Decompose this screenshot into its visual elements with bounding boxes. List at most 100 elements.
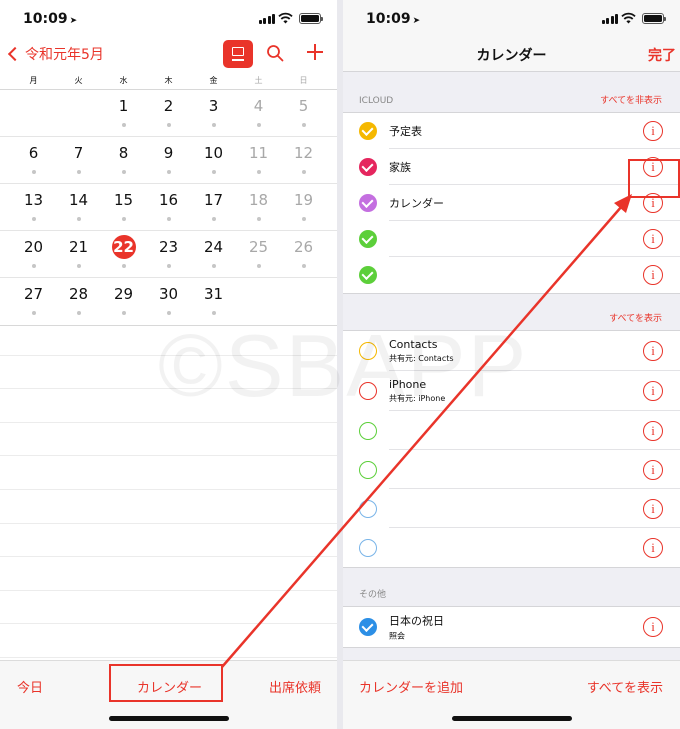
unchecked-circle-icon[interactable]	[359, 460, 377, 479]
event-dot	[121, 123, 126, 127]
day-number: 13	[23, 191, 44, 209]
day-cell[interactable]: 28	[56, 278, 101, 325]
calendar-row[interactable]: i	[343, 489, 680, 528]
checked-circle-icon[interactable]	[359, 230, 377, 248]
event-dot	[301, 170, 306, 174]
info-icon[interactable]: i	[643, 537, 663, 558]
calendar-nav-bar: 令和元年5月	[0, 36, 337, 72]
info-icon[interactable]: i	[643, 459, 663, 480]
info-icon[interactable]: i	[643, 229, 663, 249]
day-cell[interactable]: 1	[101, 90, 146, 136]
day-cell[interactable]: 4	[236, 90, 281, 136]
day-cell[interactable]: 21	[56, 231, 101, 277]
day-cell[interactable]: 17	[191, 184, 236, 230]
day-cell[interactable]: 10	[191, 137, 236, 183]
calendar-row[interactable]: i	[343, 257, 680, 293]
day-cell[interactable]: 3	[191, 90, 236, 136]
checked-circle-icon[interactable]	[359, 158, 377, 176]
day-number: 1	[118, 97, 129, 115]
calendar-title: iPhone	[389, 378, 427, 391]
inbox-button[interactable]: 出席依頼	[269, 677, 321, 696]
day-cell[interactable]: 2	[146, 90, 191, 136]
event-dot	[31, 264, 36, 268]
battery-icon	[299, 13, 323, 24]
add-calendar-button[interactable]: カレンダーを追加	[359, 677, 463, 696]
section-toggle-all-button[interactable]: すべてを非表示	[600, 93, 662, 106]
unchecked-circle-icon[interactable]	[359, 382, 377, 400]
checked-circle-icon[interactable]	[359, 194, 377, 212]
day-number: 23	[158, 238, 179, 256]
info-icon[interactable]: i	[643, 617, 663, 637]
highlight-calendars-button	[109, 664, 223, 702]
weekday-label: 金	[209, 76, 218, 85]
calendar-row[interactable]: i	[343, 450, 680, 489]
info-icon[interactable]: i	[643, 121, 663, 141]
calendar-name: 家族	[389, 159, 411, 175]
day-number: 21	[68, 238, 89, 256]
day-cell[interactable]: 14	[56, 184, 101, 230]
day-cell[interactable]: 29	[101, 278, 146, 325]
unchecked-circle-icon[interactable]	[359, 342, 377, 360]
day-cell[interactable]: 6	[11, 137, 56, 183]
calendar-title: 日本の祝日	[389, 614, 444, 628]
wifi-icon	[278, 12, 293, 24]
day-cell[interactable]: 11	[236, 137, 281, 183]
checked-circle-icon[interactable]	[359, 122, 377, 140]
back-to-year-button[interactable]: 令和元年5月	[7, 44, 104, 64]
day-cell[interactable]: 27	[11, 278, 56, 325]
calendar-row[interactable]: 日本の祝日 照会 i	[343, 607, 680, 647]
calendar-row[interactable]: 予定表 i	[343, 113, 680, 149]
unchecked-circle-icon[interactable]	[359, 538, 377, 557]
day-cell[interactable]: 23	[146, 231, 191, 277]
calendar-name: 日本の祝日 照会	[389, 613, 444, 642]
day-cell[interactable]: 19	[281, 184, 326, 230]
day-cell[interactable]: 8	[101, 137, 146, 183]
day-cell[interactable]: 13	[11, 184, 56, 230]
event-dot	[211, 170, 216, 174]
event-dot	[76, 311, 81, 315]
day-cell[interactable]: 16	[146, 184, 191, 230]
calendar-row[interactable]: Contacts 共有元: Contacts i	[343, 331, 680, 371]
checked-circle-icon[interactable]	[359, 618, 377, 636]
calendar-name: Contacts 共有元: Contacts	[389, 338, 454, 364]
day-cell[interactable]: 7	[56, 137, 101, 183]
info-icon[interactable]: i	[643, 420, 663, 441]
day-cell[interactable]: 24	[191, 231, 236, 277]
info-icon[interactable]: i	[643, 498, 663, 519]
event-dot	[256, 170, 261, 174]
add-event-icon[interactable]	[305, 42, 325, 62]
day-cell[interactable]: 26	[281, 231, 326, 277]
list-view-toggle-button[interactable]	[223, 40, 253, 68]
day-cell[interactable]: 9	[146, 137, 191, 183]
event-dot	[166, 217, 171, 221]
show-all-button[interactable]: すべてを表示	[587, 677, 663, 696]
day-cell[interactable]: 31	[191, 278, 236, 325]
today-button[interactable]: 今日	[17, 677, 43, 696]
unchecked-circle-icon[interactable]	[359, 499, 377, 518]
calendar-row[interactable]: iPhone 共有元: iPhone i	[343, 371, 680, 411]
home-indicator	[451, 716, 572, 721]
today-day-cell[interactable]: 22	[101, 231, 146, 277]
calendar-row[interactable]: i	[343, 411, 680, 450]
day-cell[interactable]: 18	[236, 184, 281, 230]
calendar-row[interactable]: i	[343, 221, 680, 257]
info-icon[interactable]: i	[643, 341, 663, 361]
calendar-row[interactable]: i	[343, 528, 680, 567]
day-cell[interactable]: 5	[281, 90, 326, 136]
info-icon[interactable]: i	[643, 381, 663, 401]
search-icon[interactable]	[266, 44, 284, 62]
day-cell[interactable]: 20	[11, 231, 56, 277]
day-cell[interactable]: 25	[236, 231, 281, 277]
day-number: 24	[203, 238, 224, 256]
section-title: ICLOUD	[359, 96, 394, 106]
checked-circle-icon[interactable]	[359, 266, 377, 284]
day-cell[interactable]: 12	[281, 137, 326, 183]
day-cell[interactable]: 15	[101, 184, 146, 230]
section-toggle-all-button[interactable]: すべてを表示	[609, 311, 662, 324]
unchecked-circle-icon[interactable]	[359, 421, 377, 440]
info-icon[interactable]: i	[643, 265, 663, 285]
day-number: 18	[248, 191, 269, 209]
day-cell[interactable]: 30	[146, 278, 191, 325]
calendar-title: 家族	[389, 161, 411, 174]
done-button[interactable]: 完了	[648, 45, 676, 65]
